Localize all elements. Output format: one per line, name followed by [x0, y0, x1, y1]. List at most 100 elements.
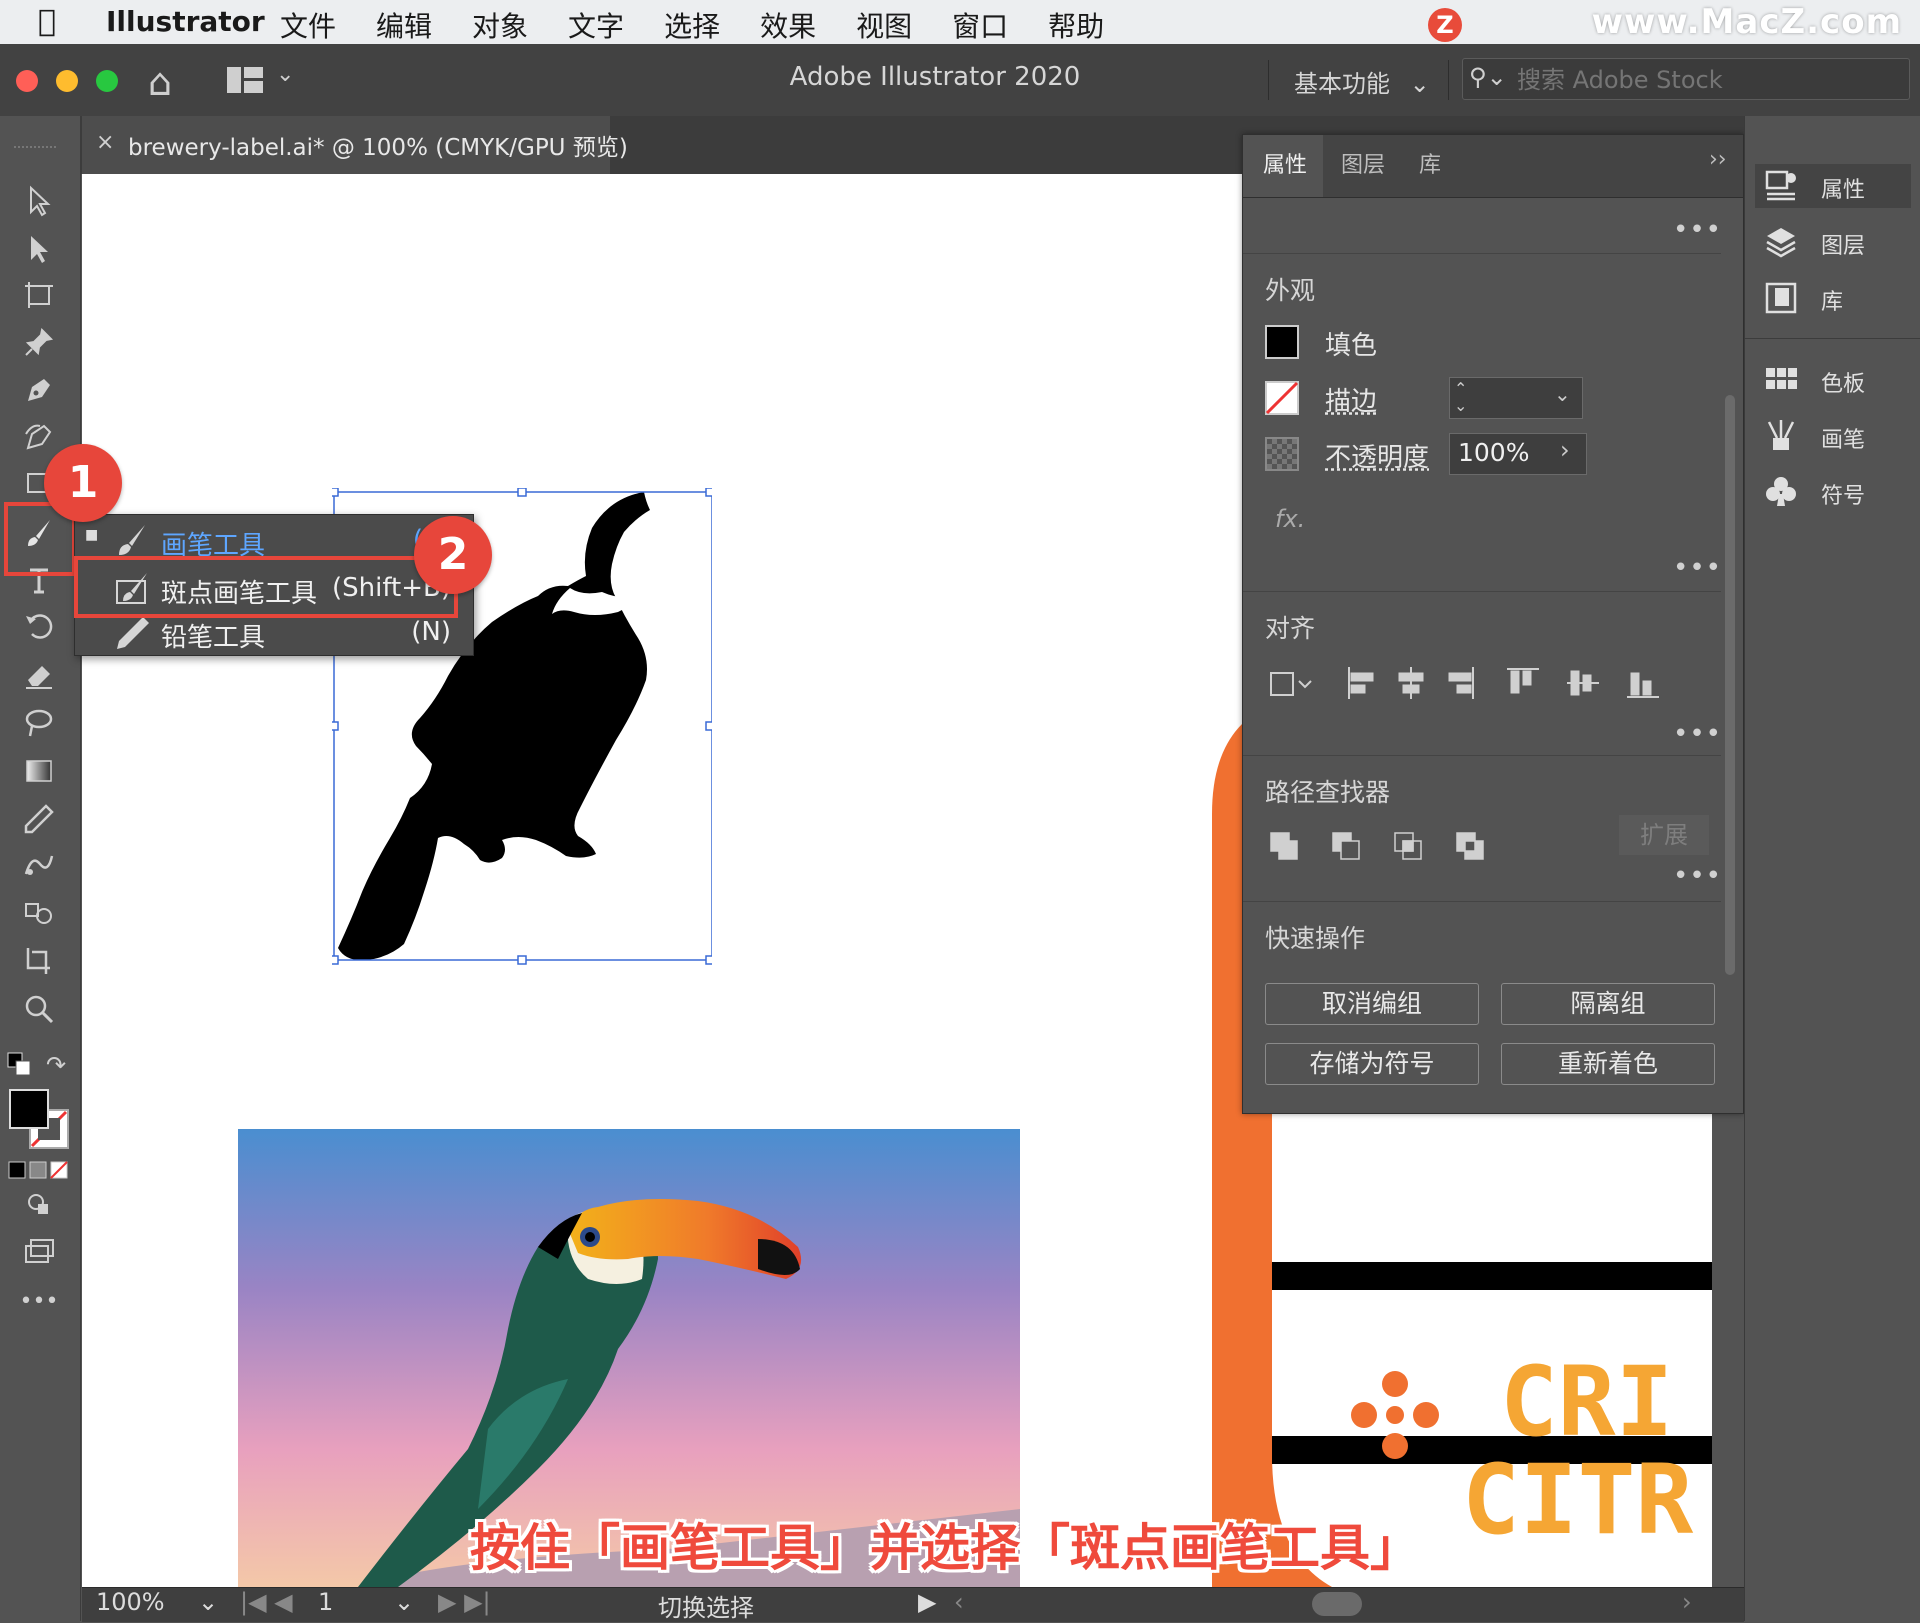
chevron-down-icon[interactable]: ⌄ [394, 1588, 414, 1616]
draw-mode-tool[interactable] [14, 1182, 64, 1224]
shape-builder-tool[interactable] [14, 702, 64, 744]
screen-mode-icon [25, 1239, 54, 1263]
direct-selection-arrow-icon [31, 236, 48, 263]
opacity-field[interactable]: 100% › [1449, 433, 1587, 475]
more-options-icon[interactable]: ••• [1673, 553, 1722, 583]
eyedropper-tool[interactable] [14, 798, 64, 840]
macos-menu-bar:  Illustrator 文件 编辑 对象 文字 选择 效果 视图 窗口 帮助… [0, 0, 1920, 44]
divider [1268, 60, 1269, 100]
edit-toolbar-button[interactable]: ••• [14, 1278, 64, 1320]
app-menu[interactable]: Illustrator [106, 5, 265, 38]
artboard-crop-tool[interactable] [14, 940, 64, 982]
close-tab-icon[interactable]: × [96, 130, 114, 155]
menu-edit[interactable]: 编辑 [376, 5, 432, 45]
chevron-right-icon[interactable]: › [1560, 436, 1570, 464]
search-icon[interactable]: ⚲⌄ [1469, 63, 1507, 91]
more-icon: ••• [19, 1289, 59, 1314]
isolate-group-button[interactable]: 隔离组 [1501, 983, 1715, 1025]
artboard-icon [25, 282, 53, 308]
eraser-tool[interactable] [14, 654, 64, 696]
status-menu-icon[interactable]: ▶ [918, 1588, 936, 1616]
dock-properties[interactable]: 属性 [1755, 164, 1911, 208]
tab-layers[interactable]: 图层 [1341, 147, 1385, 179]
document-tab-title: brewery-label.ai* @ 100% (CMYK/GPU 预览) [128, 135, 628, 161]
horizontal-scrollbar-thumb[interactable] [1312, 1592, 1362, 1616]
workspace-switcher[interactable]: 基本功能 ⌄ [1294, 64, 1430, 99]
panel-expand-icon[interactable]: ›› [1709, 147, 1727, 172]
recolor-button[interactable]: 重新着色 [1501, 1043, 1715, 1085]
pin-icon [25, 327, 54, 356]
more-options-icon[interactable]: ••• [1673, 861, 1722, 891]
menu-window[interactable]: 窗口 [952, 5, 1008, 45]
menu-type[interactable]: 文字 [568, 5, 624, 45]
scroll-right-icon[interactable]: › [1682, 1588, 1692, 1616]
symbol-sprayer-tool[interactable] [14, 892, 64, 934]
save-as-symbol-button[interactable]: 存储为符号 [1265, 1043, 1479, 1085]
menu-help[interactable]: 帮助 [1048, 5, 1104, 45]
align-buttons[interactable] [1265, 663, 1695, 703]
dock-label: 属性 [1821, 178, 1866, 203]
gradient-tool[interactable] [14, 750, 64, 792]
status-bar: 100% ⌄ |◀ ◀ 1 ⌄ ▶ ▶| 切换选择 ▶ ‹ › [82, 1587, 1744, 1622]
dock-layers[interactable]: 图层 [1755, 220, 1911, 264]
menu-select[interactable]: 选择 [664, 5, 720, 45]
tab-properties[interactable]: 属性 [1263, 147, 1307, 179]
stepper-icon[interactable]: ⌃ ⌄ [1454, 380, 1467, 414]
dock-libraries[interactable]: 库 [1755, 276, 1911, 320]
direct-selection-tool[interactable] [14, 228, 64, 270]
swap-colors-icon[interactable]: ↷ [46, 1051, 74, 1079]
chevron-down-icon[interactable]: ⌄ [1554, 382, 1571, 406]
menu-effect[interactable]: 效果 [760, 5, 816, 45]
more-options-icon[interactable]: ••• [1673, 215, 1722, 245]
document-tab[interactable]: × brewery-label.ai* @ 100% (CMYK/GPU 预览) [82, 116, 628, 174]
first-artboard-icon[interactable]: |◀ ◀ [240, 1588, 293, 1616]
panel-scrollbar[interactable] [1725, 395, 1735, 975]
more-options-icon[interactable]: ••• [1673, 719, 1722, 749]
step-badge-1: 1 [44, 444, 122, 522]
menu-object[interactable]: 对象 [472, 5, 528, 45]
fill-swatch[interactable] [1265, 325, 1299, 359]
screen-mode-tool[interactable] [14, 1230, 64, 1272]
blend-tool[interactable] [14, 844, 64, 886]
opacity-value: 100% [1458, 438, 1530, 467]
curvature-tool[interactable] [14, 416, 64, 458]
dock-symbols[interactable]: 符号 [1755, 470, 1911, 514]
puppet-warp-tool[interactable] [14, 321, 64, 363]
zoom-tool[interactable] [14, 988, 64, 1030]
dock-brushes[interactable]: 画笔 [1755, 414, 1911, 458]
curvature-pen-icon [25, 424, 52, 450]
artboard-number[interactable]: 1 [318, 1588, 333, 1616]
tab-libraries[interactable]: 库 [1419, 147, 1441, 179]
quick-actions-title: 快速操作 [1265, 924, 1366, 953]
chevron-down-icon[interactable]: ⌄ [198, 1588, 218, 1616]
ungroup-button[interactable]: 取消编组 [1265, 983, 1479, 1025]
expand-button[interactable]: 扩展 [1619, 815, 1709, 855]
dock-swatches[interactable]: 色板 [1755, 358, 1911, 402]
zoom-level[interactable]: 100% [96, 1588, 165, 1616]
pen-tool[interactable] [14, 369, 64, 411]
scroll-left-icon[interactable]: ‹ [954, 1588, 964, 1616]
apple-menu-icon[interactable]:  [38, 4, 56, 39]
fill-stroke-swatches[interactable] [8, 1088, 72, 1152]
pathfinder-buttons[interactable] [1265, 827, 1505, 867]
next-artboard-icon[interactable]: ▶ ▶| [438, 1588, 491, 1616]
stroke-swatch[interactable] [1265, 381, 1299, 415]
properties-icon [1765, 170, 1796, 201]
opacity-label[interactable]: 不透明度 [1325, 437, 1429, 474]
search-input[interactable] [1515, 65, 1899, 95]
rotate-tool[interactable] [14, 606, 64, 648]
color-mode-buttons[interactable] [8, 1160, 68, 1180]
divider [1243, 755, 1721, 756]
grip [14, 146, 56, 156]
stroke-label[interactable]: 描边 [1325, 381, 1377, 418]
stroke-weight-field[interactable]: ⌃ ⌄ ⌄ [1449, 377, 1583, 419]
selection-arrow-icon [30, 185, 51, 217]
artboard-tool[interactable] [14, 274, 64, 316]
menu-items: 文件 编辑 对象 文字 选择 效果 视图 窗口 帮助 [280, 5, 1144, 45]
fx-icon[interactable]: fx. [1275, 505, 1305, 533]
label-black-band [1272, 1262, 1712, 1290]
default-colors-icon[interactable] [6, 1051, 34, 1079]
menu-file[interactable]: 文件 [280, 5, 336, 45]
menu-view[interactable]: 视图 [856, 5, 912, 45]
selection-tool[interactable] [14, 180, 64, 222]
